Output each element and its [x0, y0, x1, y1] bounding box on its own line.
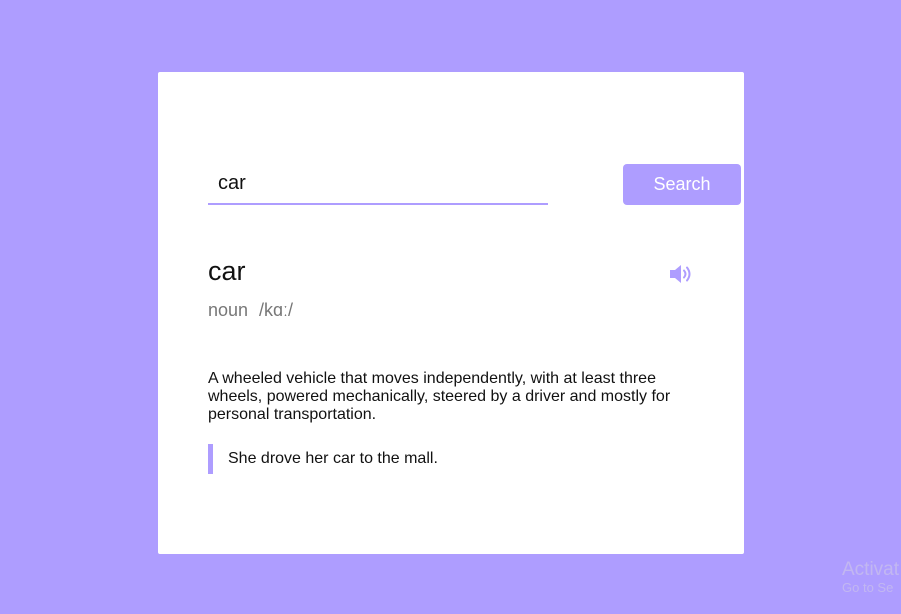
definition-text: A wheeled vehicle that moves independent…: [208, 370, 671, 423]
word-title: car: [208, 256, 246, 286]
dictionary-card: Search car noun/kɑː/ A wheeled vehicle t…: [158, 72, 744, 554]
activation-watermark: Activat Go to Se: [842, 560, 899, 596]
sound-button[interactable]: [668, 262, 696, 286]
speaker-icon: [670, 265, 691, 283]
phonetic: /kɑː/: [259, 300, 294, 320]
search-button[interactable]: Search: [623, 164, 741, 205]
example-sentence: She drove her car to the mall.: [208, 444, 698, 474]
word-details: noun/kɑː/: [208, 300, 293, 321]
search-row: Search: [208, 164, 741, 207]
watermark-line-2: Go to Se: [842, 580, 894, 595]
watermark-line-1: Activat: [842, 559, 900, 580]
search-input[interactable]: [208, 164, 548, 205]
part-of-speech: noun: [208, 300, 249, 320]
